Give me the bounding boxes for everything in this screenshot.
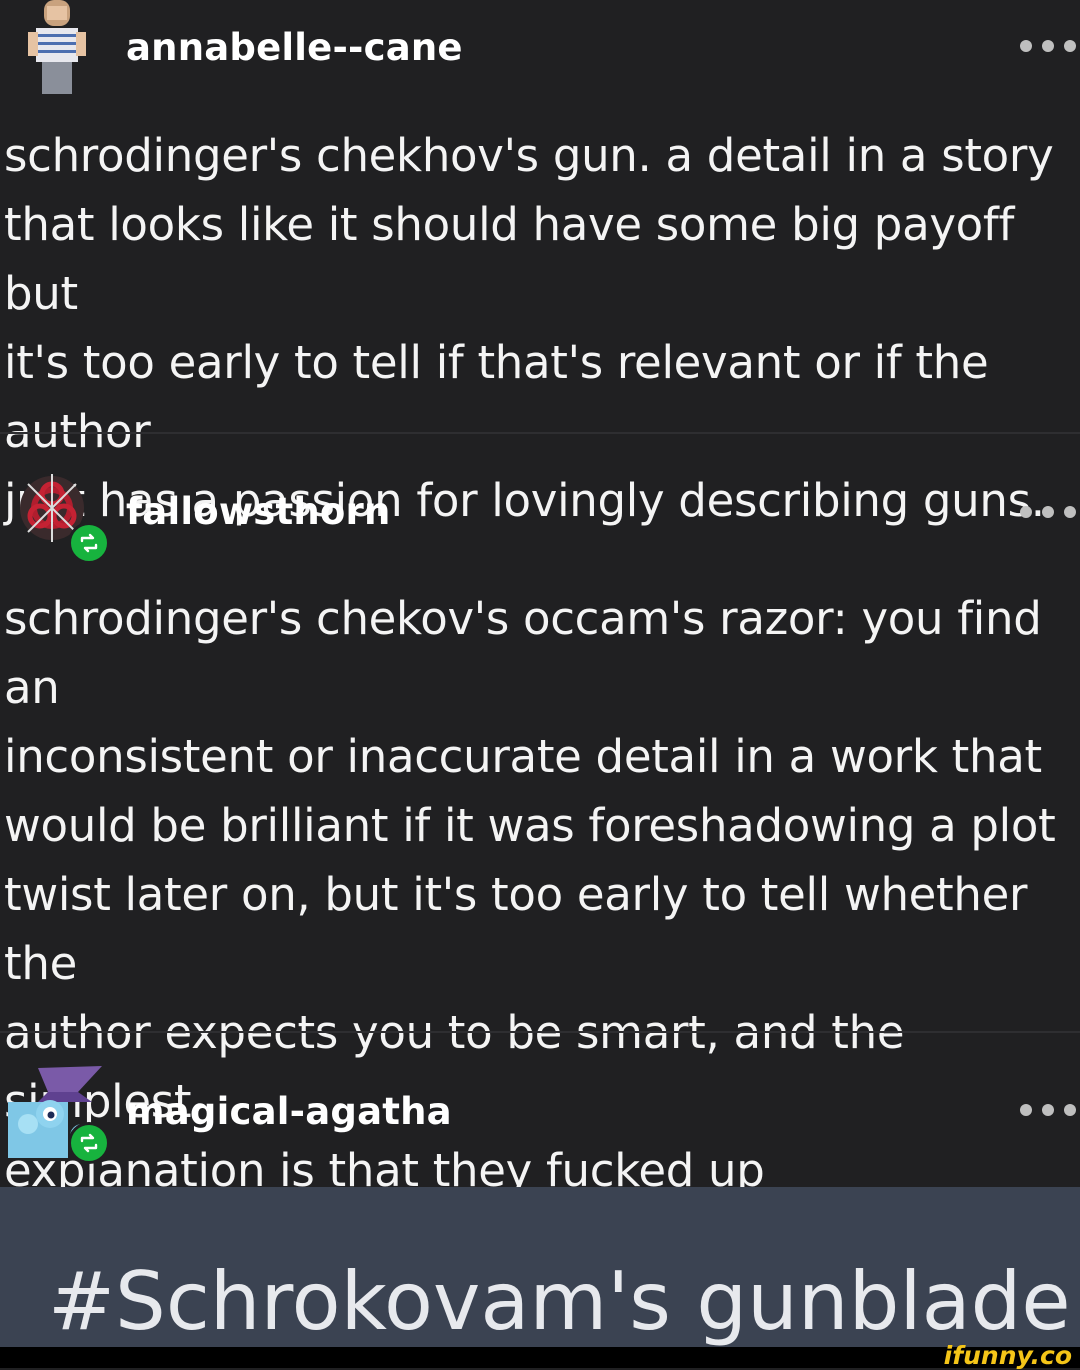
more-options-icon[interactable] [1020, 36, 1076, 56]
more-options-icon[interactable] [1020, 1100, 1076, 1120]
text-line: inconsistent or inaccurate detail in a w… [4, 730, 1042, 783]
post-header: fallowsthorn [0, 458, 1080, 568]
text-line: schrodinger's chekov's occam's razor: yo… [4, 592, 1042, 714]
user-avatar-icon [28, 0, 86, 94]
text-line: twist later on, but it's too early to te… [4, 868, 1028, 990]
more-options-icon[interactable] [1020, 502, 1076, 522]
reblog-badge [68, 1122, 110, 1164]
post-tag[interactable]: #Schrokovam's gunblade [48, 1252, 1071, 1352]
reblog-icon [80, 533, 98, 553]
text-line: would be brilliant if it was foreshadowi… [4, 799, 1056, 852]
username[interactable]: magical-agatha [126, 1090, 452, 1133]
username[interactable]: fallowsthorn [126, 490, 391, 533]
text-line: that looks like it should have some big … [4, 198, 1014, 320]
avatar-annabelle-cane[interactable] [22, 0, 92, 96]
reblog-badge [68, 522, 110, 564]
text-line: schrodinger's chekhov's gun. a detail in… [4, 129, 1054, 182]
post-divider [0, 1031, 1080, 1033]
post-divider [0, 432, 1080, 434]
text-line: it's too early to tell if that's relevan… [4, 336, 989, 458]
username[interactable]: annabelle--cane [126, 26, 463, 69]
post-header: annabelle--cane [0, 0, 1080, 110]
post-header: magical-agatha [0, 1058, 1080, 1168]
reblog-icon [80, 1133, 98, 1153]
bottom-strip [0, 1347, 1080, 1368]
ifunny-watermark: ifunny.co [943, 1341, 1072, 1370]
